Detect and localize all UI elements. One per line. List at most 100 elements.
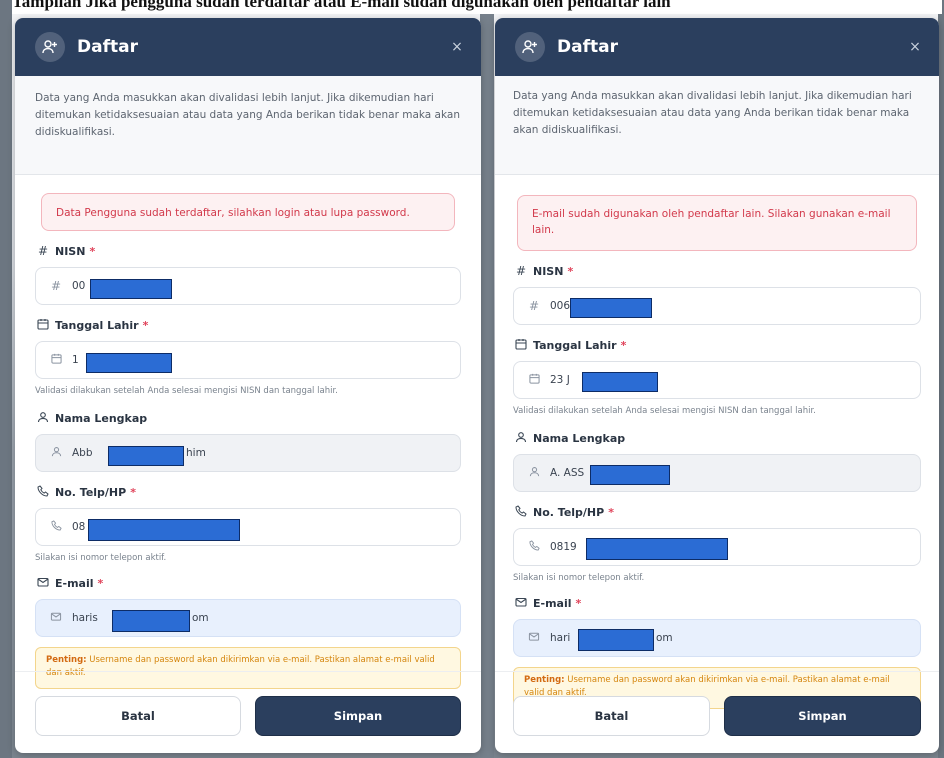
nisn-field[interactable]: # 00 [35, 267, 461, 305]
dob-field[interactable]: 1 [35, 341, 461, 379]
note-label: Penting: [46, 655, 87, 665]
label-text: Tanggal Lahir [533, 338, 617, 352]
label-text: NISN [55, 244, 86, 258]
required-mark: * [608, 505, 614, 519]
label-text: E-mail [533, 596, 572, 610]
redaction-box [578, 629, 654, 651]
label-text: Tanggal Lahir [55, 318, 139, 332]
phone-label: No. Telp/HP * [513, 502, 921, 522]
save-button[interactable]: Simpan [724, 696, 921, 736]
user-icon [35, 411, 51, 426]
register-modal-user-exists: Daftar × Data yang Anda masukkan akan di… [15, 18, 481, 753]
name-value-end: him [186, 447, 206, 459]
label-text: NISN [533, 264, 564, 278]
name-value-start: A. ASS [550, 467, 585, 479]
label-text: No. Telp/HP [55, 485, 127, 499]
email-label: E-mail * [513, 593, 921, 613]
form-body: E-mail sudah digunakan oleh pendaftar la… [495, 175, 939, 709]
user-icon [513, 431, 529, 446]
cancel-button[interactable]: Batal [35, 696, 241, 736]
hash-icon: # [515, 264, 527, 278]
email-value-start: hari [550, 632, 571, 644]
intro-text: Data yang Anda masukkan akan divalidasi … [15, 76, 481, 175]
redaction-box [112, 610, 190, 632]
hash-icon: # [528, 299, 540, 313]
form-body: Data Pengguna sudah terdaftar, silahkan … [15, 175, 481, 689]
required-mark: * [620, 338, 627, 352]
hash-icon: # [37, 244, 49, 258]
dob-hint: Validasi dilakukan setelah Anda selesai … [513, 406, 816, 416]
phone-value: 08 [72, 521, 86, 533]
mail-icon [513, 596, 529, 611]
required-mark: * [130, 485, 136, 499]
phone-label: No. Telp/HP * [35, 482, 461, 502]
user-icon [48, 446, 64, 460]
save-button[interactable]: Simpan [255, 696, 461, 736]
calendar-icon [48, 353, 64, 367]
user-icon [526, 466, 542, 480]
redaction-box [88, 519, 240, 541]
required-mark: * [89, 244, 96, 258]
email-value-start: haris [72, 612, 98, 624]
register-modal-email-used: Daftar × Data yang Anda masukkan akan di… [495, 18, 939, 753]
mail-icon [526, 631, 542, 645]
phone-field[interactable]: 0819 [513, 528, 921, 566]
required-mark: * [142, 318, 149, 332]
close-button[interactable]: × [905, 39, 925, 55]
email-label: E-mail * [35, 573, 461, 593]
modal-header: Daftar × [15, 18, 481, 76]
modal-title: Daftar [557, 37, 618, 57]
modal-actions: Batal Simpan [15, 671, 481, 753]
label-text: E-mail [55, 576, 94, 590]
dob-value: 1 [72, 354, 79, 366]
redaction-box [586, 538, 728, 560]
full-name-field: Abb him [35, 434, 461, 472]
backdrop-strip [480, 0, 494, 758]
screenshot-caption: Tampilan Jika pengguna sudah terdaftar a… [12, 0, 942, 14]
phone-field[interactable]: 08 [35, 508, 461, 546]
name-label: Nama Lengkap [35, 408, 461, 428]
label-text: Nama Lengkap [533, 431, 626, 445]
required-mark: * [575, 596, 582, 610]
email-value-end: om [192, 612, 209, 624]
modal-actions: Batal Simpan [495, 671, 939, 753]
name-label: Nama Lengkap [513, 428, 921, 448]
user-add-icon [35, 32, 65, 62]
nisn-value: 00 [72, 280, 86, 292]
user-add-icon [515, 32, 545, 62]
label-text: Nama Lengkap [55, 411, 148, 425]
email-field[interactable]: hari om [513, 619, 921, 657]
modal-title: Daftar [77, 37, 138, 57]
email-field[interactable]: haris om [35, 599, 461, 637]
calendar-icon [35, 318, 51, 333]
backdrop-strip [0, 0, 12, 758]
redaction-box [108, 446, 184, 466]
redaction-box [590, 465, 670, 485]
phone-icon [48, 520, 64, 534]
dob-field[interactable]: 23 J [513, 361, 921, 399]
phone-value: 0819 [550, 541, 577, 553]
redaction-box [86, 353, 172, 373]
cancel-button[interactable]: Batal [513, 696, 710, 736]
nisn-label: # NISN * [513, 261, 921, 281]
redaction-box [570, 298, 652, 318]
nisn-label: # NISN * [35, 241, 461, 261]
required-mark: * [97, 576, 104, 590]
intro-text: Data yang Anda masukkan akan divalidasi … [495, 76, 939, 175]
close-button[interactable]: × [447, 39, 467, 55]
calendar-icon [513, 338, 529, 353]
name-value-start: Abb [72, 447, 93, 459]
dob-value: 23 J [550, 374, 570, 386]
error-alert: Data Pengguna sudah terdaftar, silahkan … [41, 193, 455, 231]
mail-icon [35, 576, 51, 591]
dob-hint: Validasi dilakukan setelah Anda selesai … [35, 386, 338, 396]
phone-icon [526, 540, 542, 554]
dob-label: Tanggal Lahir * [513, 335, 921, 355]
phone-hint: Silakan isi nomor telepon aktif. [35, 553, 167, 563]
redaction-box [582, 372, 658, 392]
nisn-field[interactable]: # 006 [513, 287, 921, 325]
email-value-end: om [656, 632, 673, 644]
error-alert: E-mail sudah digunakan oleh pendaftar la… [517, 195, 917, 251]
phone-hint: Silakan isi nomor telepon aktif. [513, 573, 645, 583]
label-text: No. Telp/HP [533, 505, 605, 519]
